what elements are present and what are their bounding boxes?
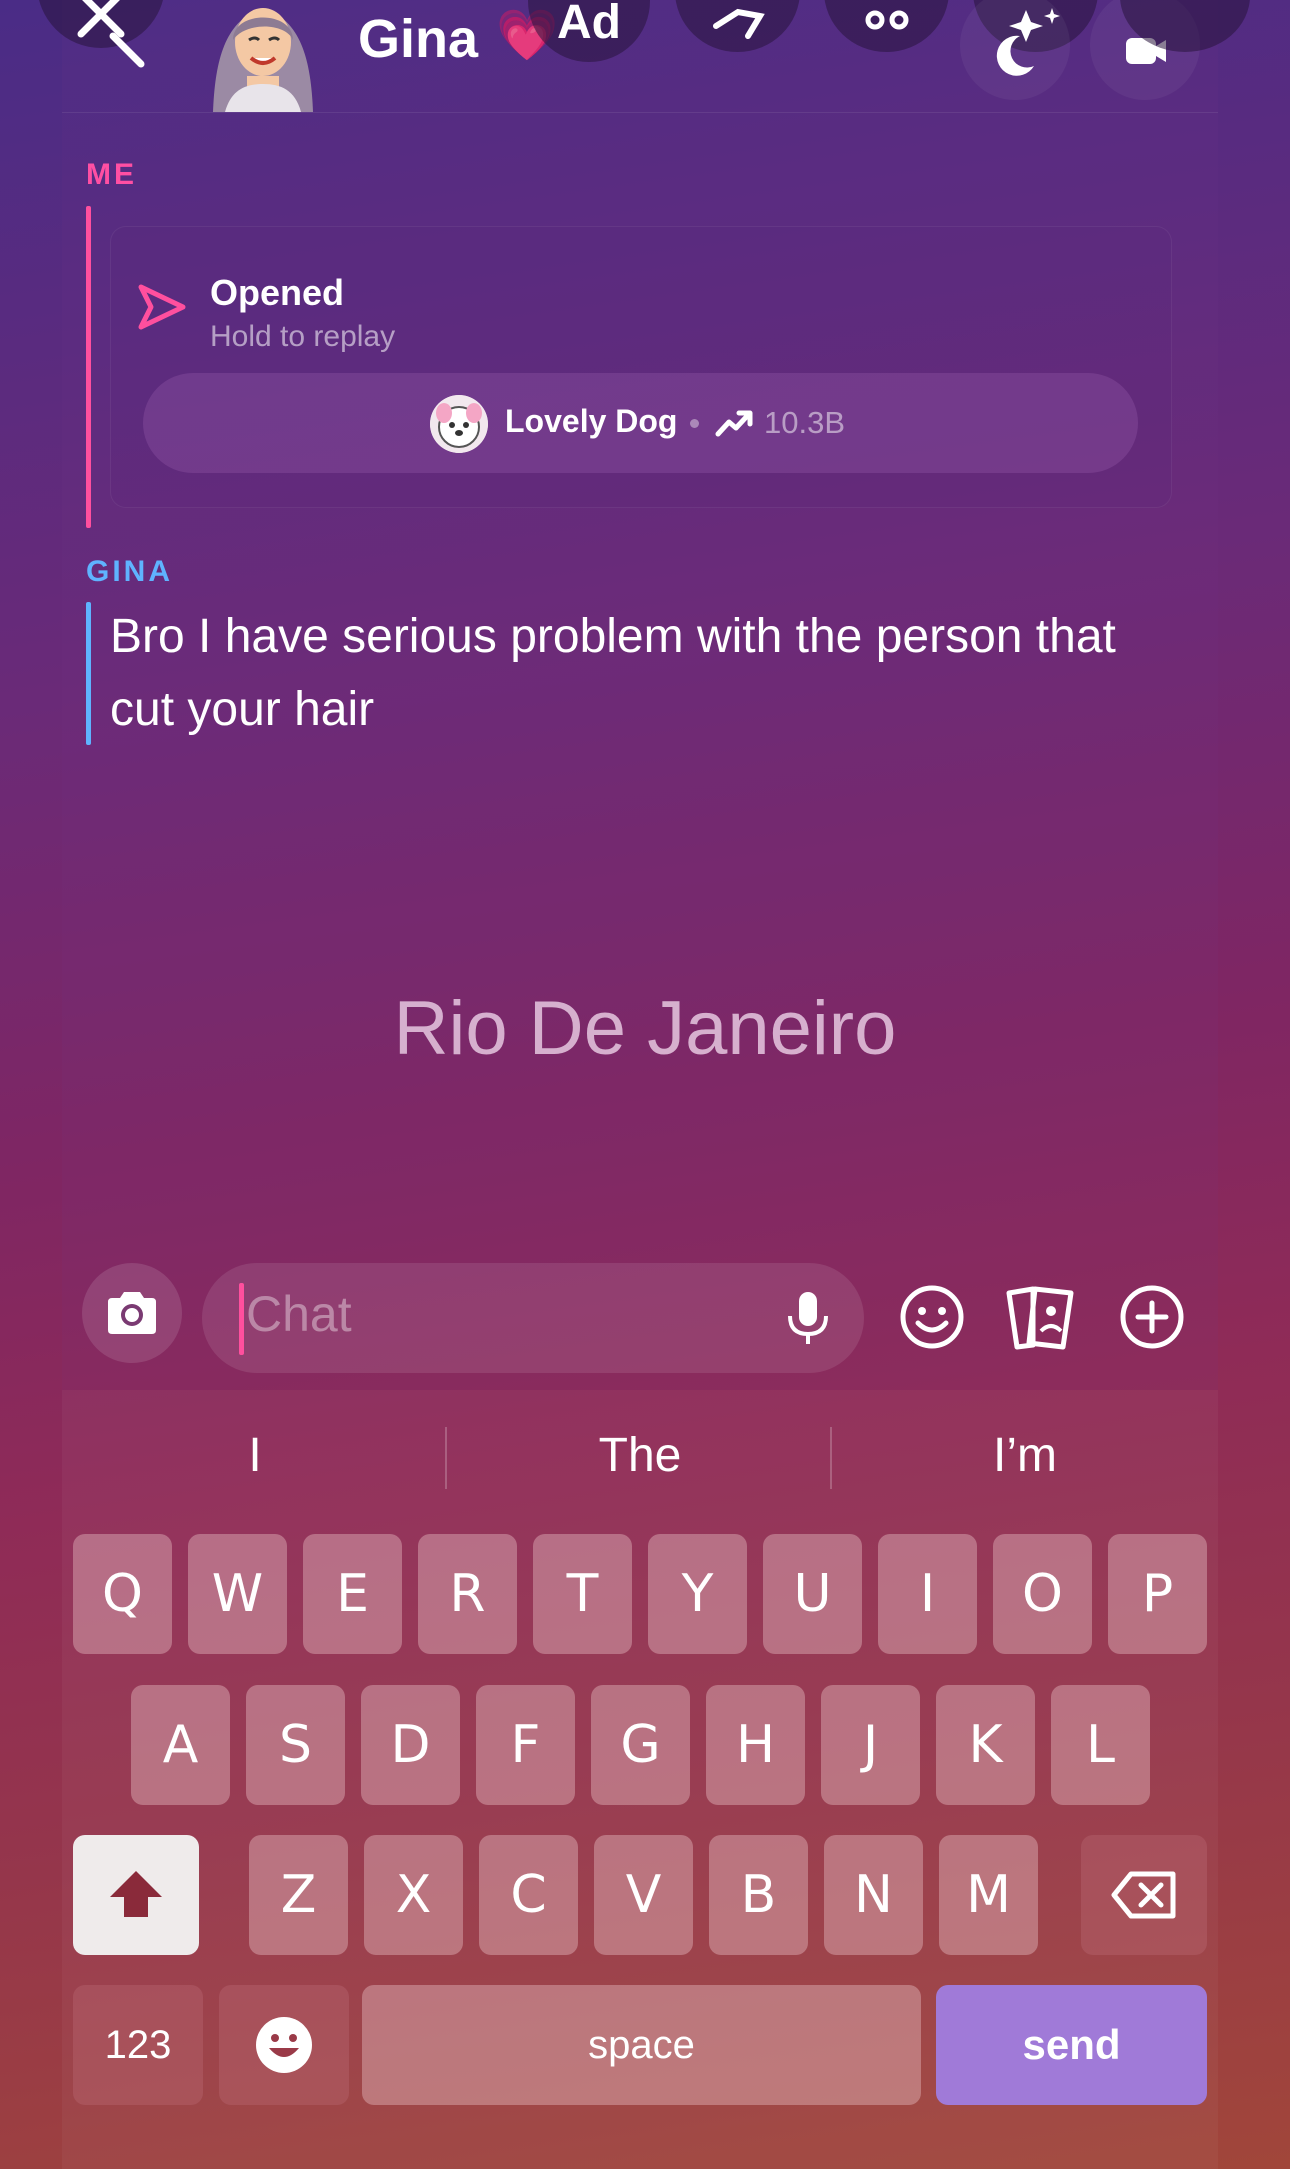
key-j[interactable]: J	[821, 1685, 920, 1805]
key-l[interactable]: L	[1051, 1685, 1150, 1805]
lens-dog-icon	[430, 395, 488, 453]
smile-icon[interactable]	[898, 1283, 966, 1351]
emoji-icon	[256, 2017, 312, 2073]
lens-view-count: 10.3B	[764, 405, 846, 440]
suggestion-divider	[445, 1427, 447, 1489]
call-button[interactable]	[824, 0, 949, 52]
trending-icon	[715, 410, 753, 437]
lens-name: Lovely Dog	[505, 403, 678, 439]
sender-label-me: ME	[86, 158, 137, 191]
key-p[interactable]: P	[1108, 1534, 1207, 1654]
key-q[interactable]: Q	[73, 1534, 172, 1654]
send-key[interactable]: send	[936, 1985, 1207, 2105]
key-y[interactable]: Y	[648, 1534, 747, 1654]
gina-message-text[interactable]: Bro I have serious problem with the pers…	[110, 600, 1150, 746]
bitmoji-avatar	[213, 8, 313, 112]
chat-header: Gina 💗 Ad	[0, 0, 1290, 112]
key-t[interactable]: T	[533, 1534, 632, 1654]
camera-icon	[108, 1292, 156, 1334]
call-icon	[865, 10, 908, 30]
me-message-bar	[86, 206, 91, 528]
microphone-icon[interactable]	[785, 1290, 831, 1348]
opened-snap-icon	[138, 284, 186, 330]
gina-message-bar	[86, 602, 91, 745]
emoji-key[interactable]	[219, 1985, 349, 2105]
suggestion-3[interactable]: I’m	[925, 1428, 1125, 1483]
key-h[interactable]: H	[706, 1685, 805, 1805]
edit-icon	[712, 8, 765, 39]
cards-icon[interactable]	[1005, 1283, 1077, 1351]
moon-icon	[996, 35, 1034, 76]
key-b[interactable]: B	[709, 1835, 808, 1955]
moon-button[interactable]	[960, 0, 1070, 100]
sender-label-gina: GINA	[86, 555, 173, 588]
suggestion-2[interactable]: The	[540, 1428, 740, 1483]
key-k[interactable]: K	[936, 1685, 1035, 1805]
key-x[interactable]: X	[364, 1835, 463, 1955]
key-e[interactable]: E	[303, 1534, 402, 1654]
key-c[interactable]: C	[479, 1835, 578, 1955]
key-g[interactable]: G	[591, 1685, 690, 1805]
plus-circle-icon[interactable]	[1118, 1283, 1186, 1351]
key-f[interactable]: F	[476, 1685, 575, 1805]
lens-separator-dot	[690, 419, 699, 428]
key-n[interactable]: N	[824, 1835, 923, 1955]
key-a[interactable]: A	[131, 1685, 230, 1805]
numbers-key[interactable]: 123	[73, 1985, 203, 2105]
search-icon	[109, 32, 145, 68]
key-w[interactable]: W	[188, 1534, 287, 1654]
key-s[interactable]: S	[246, 1685, 345, 1805]
shift-icon	[110, 1871, 162, 1917]
key-z[interactable]: Z	[249, 1835, 348, 1955]
key-r[interactable]: R	[418, 1534, 517, 1654]
key-d[interactable]: D	[361, 1685, 460, 1805]
text-cursor	[239, 1283, 244, 1355]
chat-placeholder: Chat	[246, 1286, 352, 1342]
key-u[interactable]: U	[763, 1534, 862, 1654]
header-button-label: Ad	[557, 0, 621, 49]
space-key[interactable]: space	[362, 1985, 921, 2105]
backspace-key[interactable]	[1081, 1835, 1207, 1955]
key-i[interactable]: I	[878, 1534, 977, 1654]
snap-status-title: Opened	[210, 272, 345, 313]
location-label: Rio De Janeiro	[393, 986, 897, 1071]
snap-status-subtitle: Hold to replay	[210, 320, 396, 353]
suggestion-divider	[830, 1427, 832, 1489]
suggestion-1[interactable]: I	[155, 1428, 355, 1483]
key-v[interactable]: V	[594, 1835, 693, 1955]
contact-bitmoji-avatar[interactable]	[205, 0, 320, 112]
edit-button[interactable]	[675, 0, 800, 52]
shift-key[interactable]	[73, 1835, 199, 1955]
key-m[interactable]: M	[939, 1835, 1038, 1955]
key-o[interactable]: O	[993, 1534, 1092, 1654]
backspace-icon	[1111, 1871, 1176, 1919]
header-divider	[62, 112, 1218, 113]
contact-name[interactable]: Gina	[358, 8, 478, 70]
